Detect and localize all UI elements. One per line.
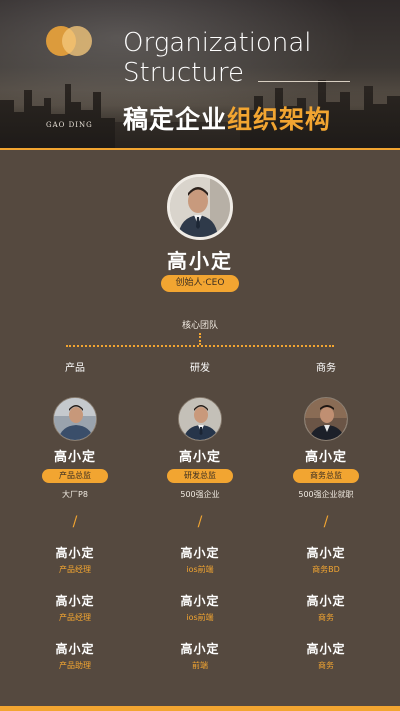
ceo-avatar	[167, 174, 233, 240]
lead-name: 高小定	[178, 450, 221, 465]
header-accent-bar	[0, 148, 400, 150]
person-portrait-icon	[170, 177, 230, 237]
ceo-title-badge: 创始人·CEO	[161, 275, 239, 292]
member-role: 前端	[192, 661, 208, 670]
member-name: 高小定	[306, 594, 346, 608]
member-role: ios前端	[186, 565, 214, 574]
department-name: 产品	[65, 363, 85, 374]
member-name: 高小定	[55, 594, 95, 608]
member-item: 高小定 产品经理	[15, 544, 135, 575]
person-portrait-icon	[179, 398, 221, 440]
lead-role-badge: 研发总监	[167, 469, 233, 483]
brand-logo	[46, 26, 92, 56]
separator-slash: /	[197, 514, 203, 530]
connector-horizontal	[66, 345, 334, 347]
person-portrait-icon	[54, 398, 96, 440]
member-role: ios前端	[186, 613, 214, 622]
member-role: 产品经理	[59, 613, 91, 622]
member-name: 高小定	[306, 546, 346, 560]
department-column-rd: 研发 高小定 研发总监 500强企业 / 高小定 ios前端 高小定 ios前端…	[140, 356, 260, 671]
member-name: 高小定	[55, 642, 95, 656]
english-title-line1: Organizational	[123, 28, 312, 58]
member-item: 高小定 商务BD	[266, 544, 386, 575]
member-item: 高小定 产品助理	[15, 640, 135, 671]
lead-name: 高小定	[53, 450, 96, 465]
lead-note: 500强企业	[180, 490, 220, 499]
member-role: 产品经理	[59, 565, 91, 574]
member-item: 高小定 ios前端	[140, 592, 260, 623]
department-name: 商务	[316, 363, 336, 374]
title-divider	[258, 81, 350, 82]
member-item: 高小定 产品经理	[15, 592, 135, 623]
chinese-title: 稿定企业组织架构	[123, 100, 331, 136]
separator-slash: /	[72, 514, 78, 530]
footer-accent-bar	[0, 706, 400, 711]
department-name: 研发	[190, 363, 210, 374]
lead-avatar	[178, 397, 222, 441]
member-role: 商务	[318, 613, 334, 622]
lead-role-badge: 产品总监	[42, 469, 108, 483]
department-column-business: 商务 高小定 商务总监 500强企业就职 / 高小定 商务BD 高小定 商务 高…	[266, 356, 386, 671]
member-role: 商务	[318, 661, 334, 670]
department-column-product: 产品 高小定 产品总监 大厂P8 / 高小定 产品经理 高小定 产品经理 高小定…	[15, 356, 135, 671]
brand-name: GAO DING	[46, 121, 93, 129]
lead-note: 500强企业就职	[298, 490, 354, 499]
ceo-name: 高小定	[167, 249, 233, 273]
english-title-line2: Structure	[123, 58, 244, 88]
chinese-title-main: 稿定企业	[123, 105, 228, 134]
lead-name: 高小定	[304, 450, 347, 465]
separator-slash: /	[323, 514, 329, 530]
member-role: 产品助理	[59, 661, 91, 670]
lead-role-badge: 商务总监	[293, 469, 359, 483]
member-item: 高小定 ios前端	[140, 544, 260, 575]
lead-note: 大厂P8	[62, 490, 88, 499]
english-title: Organizational Structure	[123, 28, 311, 88]
chinese-title-accent: 组织架构	[227, 105, 332, 134]
member-item: 高小定 商务	[266, 592, 386, 623]
member-item: 高小定 前端	[140, 640, 260, 671]
member-name: 高小定	[306, 642, 346, 656]
core-team-label: 核心团队	[181, 321, 218, 331]
member-name: 高小定	[180, 642, 220, 656]
header-banner: GAO DING Organizational Structure 稿定企业组织…	[0, 0, 400, 150]
connector-vertical	[199, 333, 201, 345]
member-name: 高小定	[180, 594, 220, 608]
person-portrait-icon	[305, 398, 347, 440]
member-item: 高小定 商务	[266, 640, 386, 671]
member-name: 高小定	[180, 546, 220, 560]
logo-circle-right	[62, 26, 92, 56]
lead-avatar	[304, 397, 348, 441]
member-name: 高小定	[55, 546, 95, 560]
member-role: 商务BD	[312, 565, 340, 574]
lead-avatar	[53, 397, 97, 441]
